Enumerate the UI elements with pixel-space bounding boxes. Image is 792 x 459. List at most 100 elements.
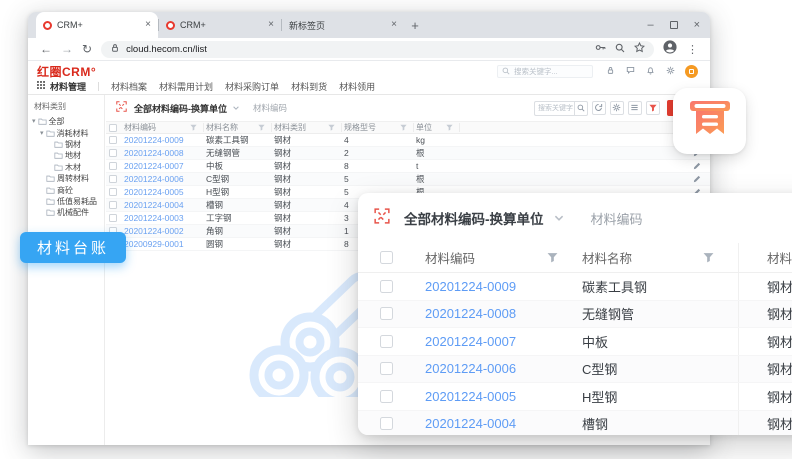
collapse-icon[interactable] [374,208,390,229]
caret-down-icon[interactable]: ▾ [40,130,44,137]
row-checkbox[interactable] [109,188,117,196]
column-header[interactable]: 规格型号 [342,123,414,132]
module-switcher[interactable]: 材料管理 [37,80,86,93]
reload-button[interactable]: ↻ [82,43,92,55]
chevron-down-icon[interactable] [553,212,565,224]
key-icon[interactable] [595,40,606,58]
column-header[interactable]: 材料编码 [408,248,566,267]
tab-close-icon[interactable]: × [145,20,151,30]
tree-item[interactable]: 低值易耗品 [28,196,104,207]
tree-item[interactable]: 周转材料 [28,173,104,184]
tree-item[interactable]: 木材 [28,162,104,173]
material-code-link[interactable]: 20201224-0006 [408,361,566,376]
tree-item[interactable]: ▾消耗材料 [28,127,104,138]
tree-item[interactable]: ▾全部 [28,116,104,127]
new-tab-button[interactable]: + [404,12,426,38]
omnibox[interactable]: cloud.hecom.cn/list [101,41,654,58]
global-search-input[interactable]: 搜索关键字... [497,65,593,78]
column-header[interactable]: 材料类别 [272,123,342,132]
row-checkbox[interactable] [380,390,393,403]
nav-item[interactable]: 材料档案 [111,80,147,93]
material-code-link[interactable]: 20201224-0002 [122,226,204,236]
tree-item[interactable]: 钢材 [28,139,104,150]
material-code-link[interactable]: 20200929-0001 [122,239,204,249]
list-view-button[interactable] [628,101,642,115]
row-checkbox[interactable] [109,149,117,157]
edit-icon[interactable] [693,175,701,183]
refresh-button[interactable] [592,101,606,115]
column-header[interactable]: 材料类别 [738,243,792,272]
browser-tab-2[interactable]: CRM+× [159,12,281,38]
settings-gear-icon[interactable] [666,62,675,80]
panel-table-row[interactable]: 20201224-0004槽钢钢材 [358,411,792,436]
column-header[interactable]: 材料名称 [566,248,738,267]
panel-view-title[interactable]: 全部材料编码-换算单位 [404,208,544,228]
profile-avatar[interactable] [663,40,677,59]
nav-item[interactable]: 材料采购订单 [225,80,279,93]
lock-icon[interactable] [606,62,615,80]
chevron-down-icon[interactable] [232,104,240,112]
url-text[interactable]: cloud.hecom.cn/list [126,44,589,55]
tab-close-icon[interactable]: × [391,20,397,30]
tree-item[interactable]: 机械配件 [28,207,104,218]
view-title[interactable]: 全部材料编码-换算单位 [134,102,227,115]
panel-table-row[interactable]: 20201224-0005H型钢钢材 [358,383,792,411]
sub-tab-material-code[interactable]: 材料编码 [253,102,287,114]
table-row[interactable]: 20201224-0006C型钢钢材5根 [106,173,710,186]
tree-item[interactable]: 商砼 [28,184,104,195]
panel-sub-tab[interactable]: 材料编码 [591,209,643,228]
crm-logo[interactable]: 红圈CRM° [37,63,96,80]
material-code-link[interactable]: 20201224-0009 [408,279,566,294]
material-code-link[interactable]: 20201224-0003 [122,213,204,223]
select-all-checkbox[interactable] [380,251,393,264]
column-settings-button[interactable] [610,101,624,115]
maximize-button[interactable] [670,21,678,29]
collapse-icon[interactable] [116,99,127,117]
table-row[interactable]: 20201224-0007中板钢材8t [106,160,710,173]
row-checkbox[interactable] [109,214,117,222]
close-button[interactable]: × [694,19,700,31]
row-checkbox[interactable] [109,136,117,144]
material-code-link[interactable]: 20201224-0005 [408,389,566,404]
browser-tab-1[interactable]: CRM+× [36,12,158,38]
material-code-link[interactable]: 20201224-0006 [122,174,204,184]
nav-item[interactable]: 材料需用计划 [159,80,213,93]
message-icon[interactable] [626,62,635,80]
forward-button[interactable]: → [61,43,73,55]
table-row[interactable]: 20201224-0008无缝钢管钢材2根 [106,147,710,160]
edit-icon[interactable] [693,162,701,170]
zoom-icon[interactable] [615,40,625,58]
bookmark-star-icon[interactable] [634,40,645,58]
minimize-button[interactable]: – [647,19,653,31]
notification-bell-icon[interactable] [646,62,655,80]
row-checkbox[interactable] [380,335,393,348]
panel-table-row[interactable]: 20201224-0007中板钢材 [358,328,792,356]
tab-close-icon[interactable]: × [268,20,274,30]
browser-menu-icon[interactable]: ⋮ [687,43,698,56]
caret-down-icon[interactable]: ▾ [32,118,36,125]
tree-item[interactable]: 地材 [28,150,104,161]
column-header[interactable]: 材料名称 [204,123,272,132]
search-button[interactable] [574,101,588,116]
material-code-link[interactable]: 20201224-0009 [122,135,204,145]
panel-table-row[interactable]: 20201224-0008无缝钢管钢材 [358,301,792,329]
nav-item[interactable]: 材料领用 [339,80,375,93]
material-code-link[interactable]: 20201224-0004 [122,200,204,210]
column-header[interactable]: 材料编码 [122,123,204,132]
row-checkbox[interactable] [109,162,117,170]
browser-tab-3[interactable]: 新标签页× [282,12,404,38]
select-all-checkbox[interactable] [109,124,117,132]
row-checkbox[interactable] [109,175,117,183]
table-search-input[interactable]: 搜索关键字 [534,101,574,116]
back-button[interactable]: ← [40,43,52,55]
filter-button[interactable] [646,101,660,115]
material-code-link[interactable]: 20201224-0008 [408,306,566,321]
row-checkbox[interactable] [380,362,393,375]
table-row[interactable]: 20201224-0009碳素工具钢钢材4kg [106,134,710,147]
column-header[interactable]: 单位 [414,123,460,132]
material-code-link[interactable]: 20201224-0007 [122,161,204,171]
user-avatar[interactable] [685,65,698,78]
material-code-link[interactable]: 20201224-0007 [408,334,566,349]
row-checkbox[interactable] [109,201,117,209]
material-code-link[interactable]: 20201224-0005 [122,187,204,197]
